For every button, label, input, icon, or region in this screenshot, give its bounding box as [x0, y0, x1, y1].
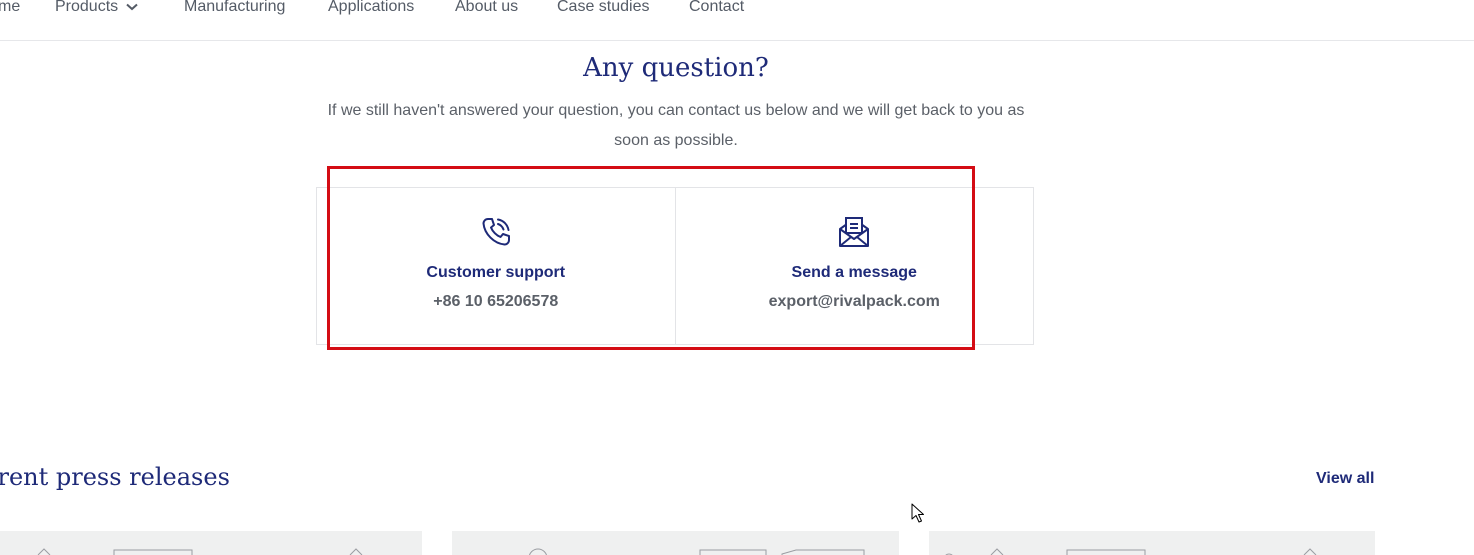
nav-case-studies[interactable]: Case studies — [557, 0, 650, 18]
view-all-link[interactable]: View all — [1316, 470, 1374, 488]
customer-support-phone[interactable]: +86 10 65206578 — [317, 293, 675, 311]
press-card-2[interactable] — [452, 531, 899, 555]
chevron-down-icon — [126, 0, 138, 18]
customer-support-card[interactable]: Customer support +86 10 65206578 — [317, 188, 675, 344]
nav-products-label: Products — [55, 0, 119, 16]
nav-home[interactable]: me — [0, 0, 20, 18]
phone-icon — [479, 215, 513, 249]
send-message-title: Send a message — [791, 264, 917, 281]
nav-contact[interactable]: Contact — [689, 0, 744, 18]
contact-options: Customer support +86 10 65206578 Send a … — [316, 187, 1034, 345]
page: me Products Manufacturing Applications A… — [0, 0, 1474, 555]
send-message-card[interactable]: Send a message export@rivalpack.com — [674, 188, 1034, 344]
top-navigation: me Products Manufacturing Applications A… — [0, 0, 1474, 41]
nav-products[interactable]: Products — [55, 0, 138, 18]
page-title: Any question? — [583, 53, 769, 83]
press-card-1[interactable] — [0, 531, 422, 555]
envelope-icon — [837, 215, 871, 249]
nav-about[interactable]: About us — [455, 0, 518, 18]
press-card-3[interactable] — [929, 531, 1375, 555]
customer-support-title: Customer support — [426, 264, 566, 281]
nav-applications[interactable]: Applications — [328, 0, 414, 18]
send-message-email[interactable]: export@rivalpack.com — [676, 293, 1034, 311]
mouse-cursor-icon — [911, 503, 925, 528]
nav-manufacturing[interactable]: Manufacturing — [184, 0, 285, 18]
press-releases-title: rrent press releases — [0, 463, 230, 491]
intro-text: If we still haven't answered your questi… — [327, 102, 1025, 149]
